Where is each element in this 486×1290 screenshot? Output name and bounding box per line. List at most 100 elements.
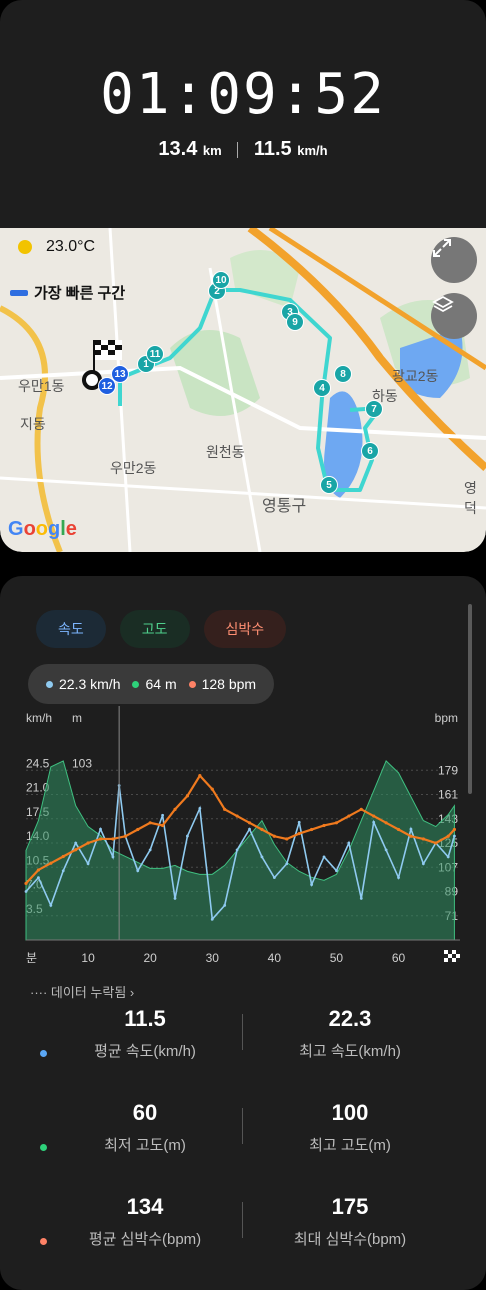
waypoint-5[interactable]: 5 — [320, 476, 338, 494]
x-tick-label: 60 — [392, 951, 406, 965]
map-label: 지동 — [20, 416, 46, 432]
waypoint-4[interactable]: 4 — [313, 379, 331, 397]
stat-divider — [242, 1014, 243, 1050]
map-label: 영덕 — [464, 480, 477, 516]
heart-rate-point — [347, 814, 351, 818]
heart-rate-point — [247, 821, 252, 825]
heart-rate-point — [173, 807, 177, 811]
speed-point — [310, 883, 314, 886]
waypoint-10[interactable]: 10 — [212, 271, 230, 289]
speed-point — [335, 869, 338, 873]
stat-label: 최고 속도(km/h) — [299, 1043, 401, 1060]
heart-rate-point — [210, 787, 214, 791]
temperature: 23.0°C — [46, 238, 96, 255]
avg-speed-unit: km/h — [297, 143, 328, 158]
map-label: 원천동 — [206, 444, 245, 460]
speed-point — [61, 869, 65, 873]
map-canvas — [0, 228, 486, 552]
heart-rate-point — [272, 834, 276, 838]
google-logo: Google — [8, 518, 77, 540]
altitude-dot — [132, 680, 140, 688]
stat-value: 60 — [132, 1100, 158, 1125]
speed-dot — [46, 680, 53, 688]
max-altitude-stat: 100 최고 고도(m) — [250, 1100, 450, 1155]
stat-value: 22.3 — [328, 1006, 372, 1031]
route-map[interactable]: 23.0°C 가장 빠른 구간 우만1동 지동 우만2동 원천동 영통구 광교2… — [0, 228, 486, 552]
tab-speed[interactable]: 속도 — [36, 610, 106, 648]
speed-point — [161, 813, 164, 817]
heart-rate-point — [434, 841, 438, 845]
tab-heart-rate[interactable]: 심박수 — [203, 610, 287, 648]
speed-point — [347, 841, 351, 845]
avg-speed-value: 11.5 — [253, 138, 292, 160]
speed-point — [186, 834, 189, 838]
tab-altitude[interactable]: 고도 — [119, 610, 190, 648]
heart-rate-point — [322, 823, 326, 828]
speed-point — [409, 827, 413, 831]
heart-rate-point — [198, 774, 202, 778]
heart-rate-point — [111, 837, 115, 841]
chart-svg: km/hmbpm24.521.017.514.010.57.03.5103179… — [24, 706, 460, 965]
map-layers-button[interactable] — [431, 293, 477, 339]
x-tick-label: 30 — [206, 951, 220, 965]
heart-rate-point — [310, 827, 314, 832]
stat-value: 11.5 — [124, 1006, 166, 1031]
heart-rate-point — [372, 814, 376, 818]
speed-point — [359, 897, 363, 900]
max-heart-rate-stat: 175 최대 심박수(bpm) — [250, 1194, 450, 1249]
weather-info: 23.0°C — [18, 238, 95, 256]
map-label: 우만1동 — [18, 378, 65, 394]
stats-list: 11.5 평균 속도(km/h) 22.3 최고 속도(km/h) 60 최저 … — [0, 1006, 486, 1288]
hr-tick-label: 161 — [438, 788, 458, 802]
heart-rate-point — [148, 821, 152, 825]
speed-point — [272, 876, 276, 880]
waypoint-6[interactable]: 6 — [361, 442, 379, 460]
waypoint-11[interactable]: 11 — [146, 345, 164, 363]
speed-point — [384, 848, 388, 852]
speed-point — [37, 876, 40, 880]
y-unit-heart-rate: bpm — [435, 711, 458, 725]
workout-chart[interactable]: km/hmbpm24.521.017.514.010.57.03.5103179… — [0, 706, 486, 971]
speed-point — [322, 855, 326, 859]
stat-label: 최대 심박수(bpm) — [293, 1231, 407, 1248]
fastest-section-swatch — [10, 289, 28, 296]
duration-timer: 01:09:52 — [100, 62, 386, 127]
waypoint-8[interactable]: 8 — [334, 365, 352, 383]
fastest-section-label: 가장 빠른 구간 — [34, 285, 126, 302]
speed-point — [260, 855, 264, 859]
stat-label: 평균 심박수(bpm) — [88, 1231, 202, 1248]
waypoint-9[interactable]: 9 — [286, 313, 304, 331]
stat-row-heart-rate: 134 평균 심박수(bpm) 175 최대 심박수(bpm) — [0, 1194, 486, 1288]
waypoint-13[interactable]: 13 — [111, 365, 129, 383]
distance-speed-summary: 13.4 km 11.5 km/h — [0, 138, 486, 161]
waypoint-7[interactable]: 7 — [365, 400, 383, 418]
speed-point — [453, 834, 456, 838]
heart-rate-point — [123, 834, 127, 838]
heart-rate-point — [409, 834, 413, 838]
y-unit-altitude: m — [72, 711, 82, 725]
speed-point — [198, 806, 202, 810]
x-tick-label: 50 — [330, 951, 344, 965]
distance-value: 13.4 — [158, 138, 198, 160]
heart-rate-point — [36, 868, 41, 872]
missing-data-link[interactable]: ···· 데이터 누락됨 › — [30, 982, 134, 1001]
speed-point — [99, 827, 102, 831]
expand-map-button[interactable] — [431, 237, 477, 283]
speed-point — [210, 917, 214, 921]
heart-rate-point — [136, 827, 140, 832]
heart-rate-point — [235, 814, 239, 818]
speed-point — [173, 897, 177, 900]
heart-rate-point — [396, 827, 401, 832]
sun-icon — [18, 240, 32, 254]
speed-point — [297, 820, 301, 824]
speed-point — [74, 841, 78, 845]
map-label: 영통구 — [262, 498, 307, 515]
heart-rate-point — [384, 821, 388, 825]
speed-tick-label: 24.5 — [26, 756, 50, 770]
stat-label: 최고 고도(m) — [309, 1137, 391, 1154]
heart-rate-point — [160, 823, 165, 828]
expand-icon — [433, 239, 451, 257]
heart-rate-point — [260, 827, 264, 832]
speed-point — [397, 876, 400, 880]
stat-divider — [242, 1202, 243, 1238]
